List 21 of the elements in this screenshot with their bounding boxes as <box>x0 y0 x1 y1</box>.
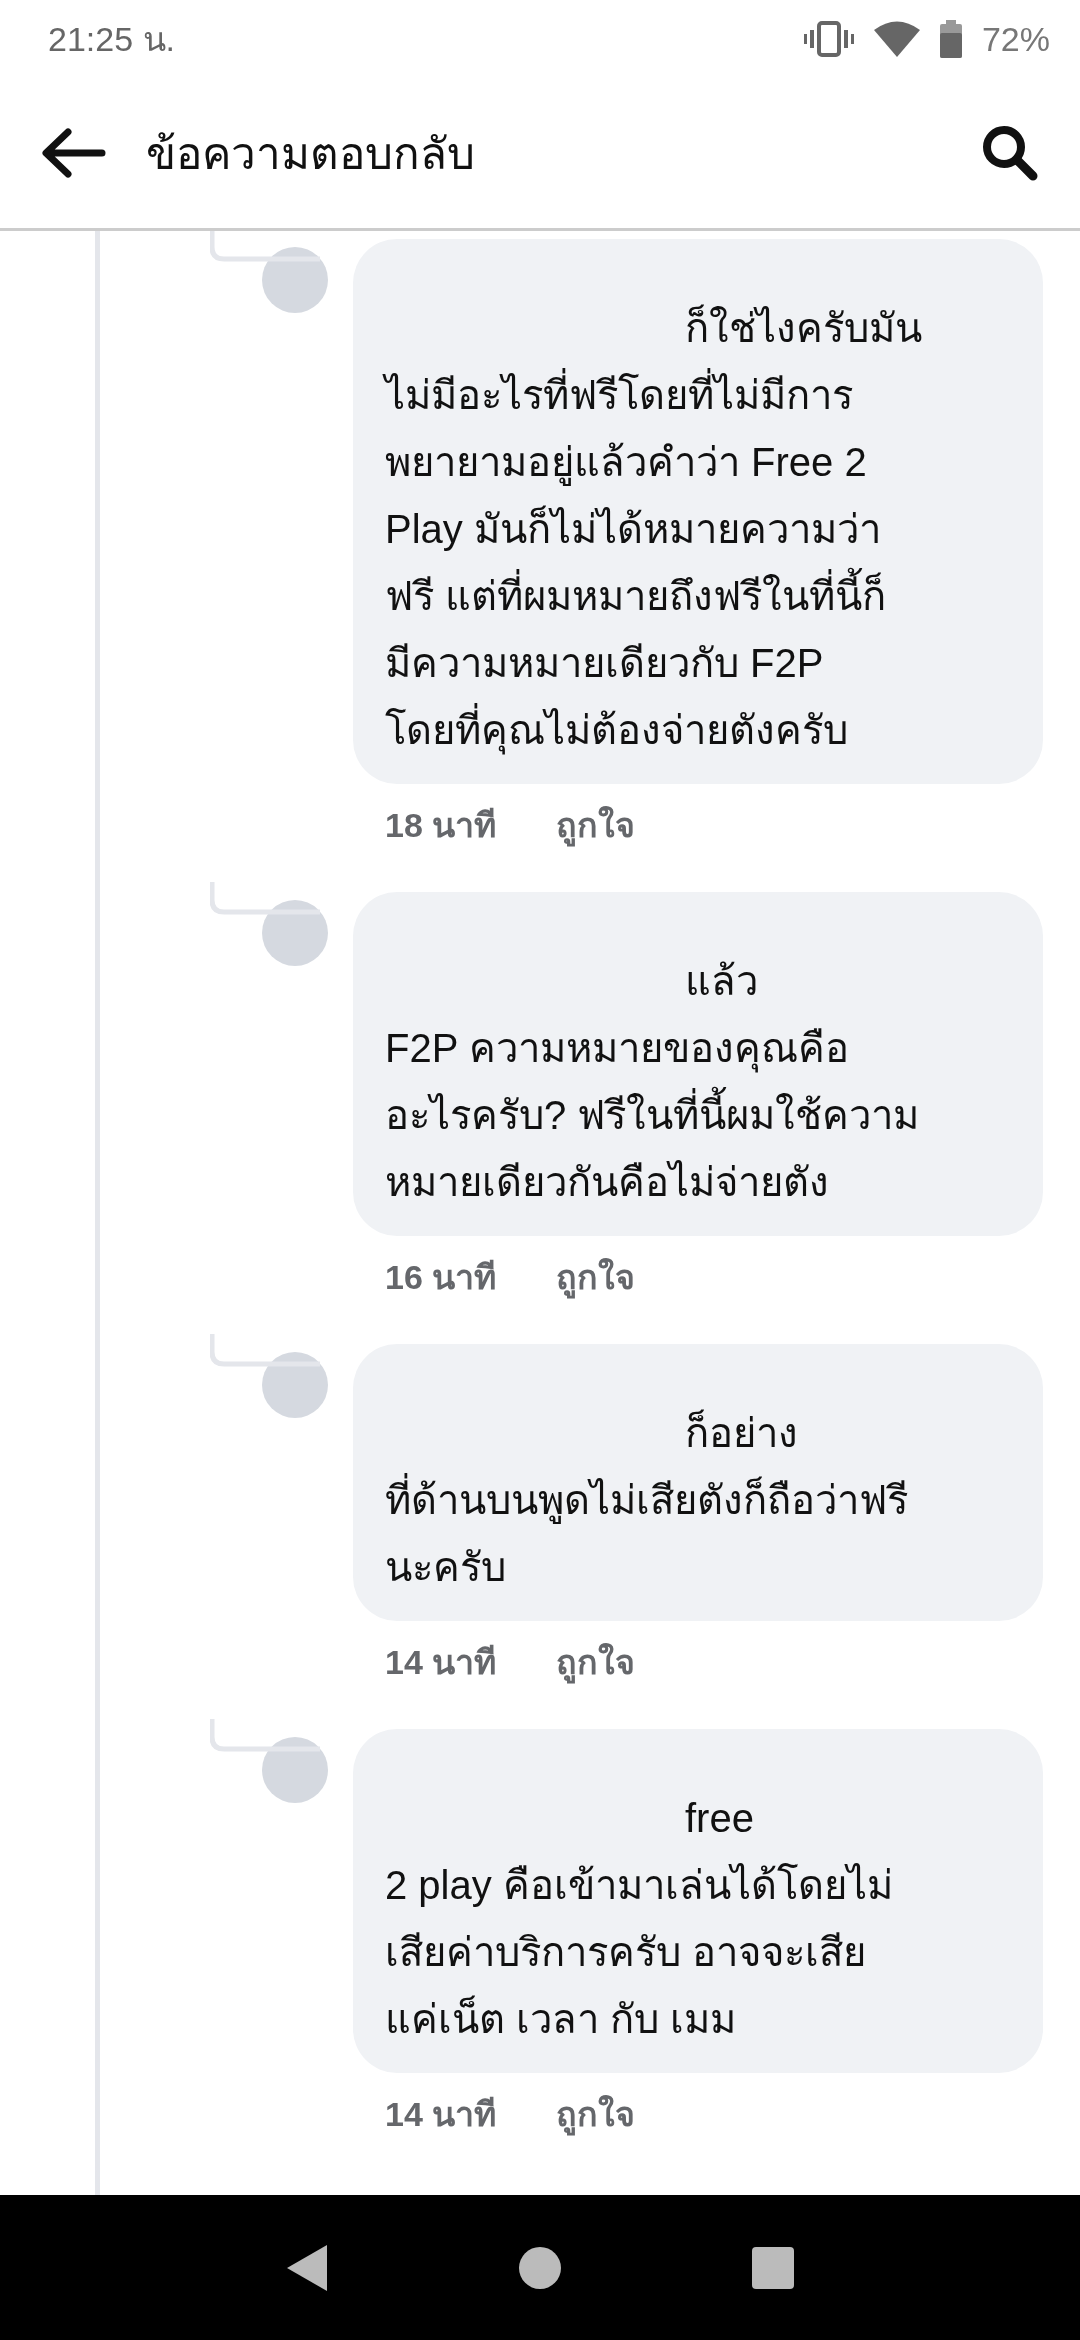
status-time: 21:25 น. <box>48 19 175 60</box>
search-button[interactable] <box>980 123 1040 183</box>
battery-icon <box>939 20 962 58</box>
recents-nav-icon[interactable] <box>751 2245 796 2290</box>
comment-time: 18 นาที <box>385 805 497 846</box>
like-button[interactable]: ถูกใจ <box>556 1635 636 1689</box>
comment-time: 16 นาที <box>385 1257 497 1298</box>
wifi-icon <box>873 21 920 57</box>
comment-time: 14 นาที <box>385 2094 497 2135</box>
like-button[interactable]: ถูกใจ <box>556 1250 636 1304</box>
battery-percent: 72% <box>981 19 1050 59</box>
back-button[interactable] <box>40 127 106 179</box>
like-button[interactable]: ถูกใจ <box>556 798 636 852</box>
comment-text: free 2 play คือเข้ามาเล่นได้โดยไม่ เสียค่าบริการครับ อาจจะเสีย แค่เน็ต เวลา กับ เมม <box>385 1795 894 2043</box>
comment-text: ก็อย่าง ที่ด้านบนพูดไม่เสียตังก็ถือว่าฟรี นะครับ <box>385 1408 909 1591</box>
comment-text: แล้ว F2P ความหมายของคุณคือ อะไรครับ? ฟรีในที่นี้ผมใช้ความ หมายเดียวกันคือไม่จ่ายตัง <box>385 958 921 1206</box>
comment-time: 14 นาที <box>385 1642 497 1683</box>
vibrate-icon <box>803 21 854 57</box>
page-title: ข้อความตอบกลับ <box>146 128 476 180</box>
home-nav-icon[interactable] <box>518 2245 562 2290</box>
like-button[interactable]: ถูกใจ <box>556 2087 636 2141</box>
